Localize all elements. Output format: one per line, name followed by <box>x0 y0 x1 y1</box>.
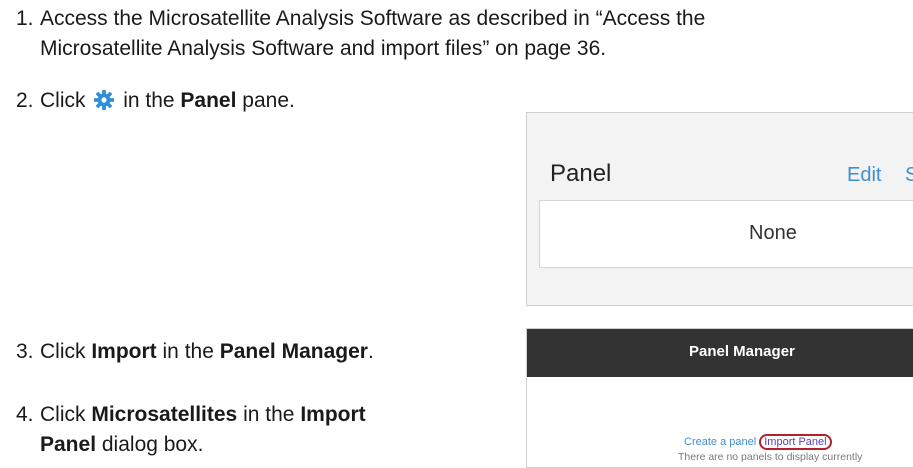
panel-manager-header: Panel Manager <box>527 329 913 377</box>
step-text-line: Microsatellite Analysis Software and imp… <box>40 37 607 60</box>
empty-panels-message: There are no panels to display currently <box>678 451 863 463</box>
import-panel-link[interactable]: Import Panel <box>759 434 832 450</box>
step-text: Click Import in the Panel Manager. <box>40 337 374 367</box>
step-text: Access the Microsatellite Analysis Softw… <box>40 4 705 64</box>
step-text-line: Access the Microsatellite Analysis Softw… <box>40 7 706 30</box>
panel-pane-screenshot: Panel Edit S None <box>526 112 913 306</box>
step-text-bold: Panel <box>180 89 237 112</box>
panel-pane-title: Panel <box>550 160 612 187</box>
panel-value: None <box>749 222 797 244</box>
step-number: 4. <box>16 403 34 426</box>
step-text-part: . <box>367 340 374 363</box>
panel-edit-link[interactable]: Edit <box>847 164 881 187</box>
step-text-bold: Import <box>91 340 157 363</box>
gear-icon <box>94 89 115 111</box>
panel-value-box <box>539 200 913 268</box>
step-number: 3. <box>16 340 34 363</box>
panel-manager-links: Create a panel Import Panel <box>684 434 832 450</box>
step-text-bold: Import <box>300 403 366 426</box>
panel-manager-screenshot: Panel Manager Create a panel Import Pane… <box>526 328 913 468</box>
step-text-part: Click <box>40 89 86 112</box>
step-text-bold: Panel <box>40 433 97 456</box>
panel-clipped-link[interactable]: S <box>905 164 913 187</box>
step-text-part: dialog box. <box>101 433 204 456</box>
step-text-part: Click <box>40 340 86 363</box>
step-text-bold: Panel Manager <box>219 340 368 363</box>
step-number: 2. <box>16 89 34 112</box>
step-number: 1. <box>16 7 34 30</box>
step-text: Click in the Panel pane. <box>40 86 295 116</box>
step-text-part: in the <box>123 89 175 112</box>
step-text-part: Click <box>40 403 86 426</box>
step-text-part: pane. <box>242 89 295 112</box>
step-text-bold: Microsatellites <box>91 403 238 426</box>
step-text-part: in the <box>243 403 295 426</box>
panel-manager-title: Panel Manager <box>689 343 795 360</box>
step-text: Click Microsatellites in the Import Panel… <box>40 400 366 460</box>
step-text-part: in the <box>162 340 214 363</box>
create-panel-link[interactable]: Create a panel <box>684 436 756 448</box>
